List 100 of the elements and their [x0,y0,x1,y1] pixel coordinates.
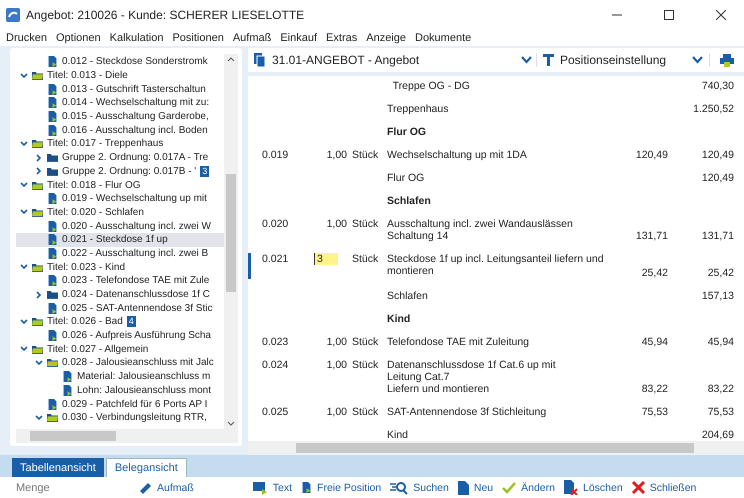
folder-icon [32,138,43,150]
item-text: Kind [386,429,410,441]
document-icon [47,330,58,342]
position-number: 0.024 [262,359,290,371]
document-icon [62,371,73,382]
tree-item[interactable]: 0.020 - Ausschaltung incl. zwei W [16,219,224,233]
subtotal-amount: 740,30 [700,80,734,92]
window-title: Angebot: 210026 - Kunde: SCHERER LIESELOTTE [26,8,304,22]
chevron-icon[interactable] [20,181,28,190]
tree-item[interactable]: 0.021 - Steckdose 1f up [16,232,224,247]
close-icon[interactable] [716,10,726,20]
item-text: Flur OG [386,172,426,184]
chevron-icon[interactable] [35,290,43,299]
folder-icon [47,357,58,368]
tree-item[interactable]: 0.022 - Ausschaltung incl. zwei B [16,246,224,260]
scrollbar-thumb[interactable] [296,443,694,453]
tree-item[interactable]: 0.025 - SAT-Antennendose 3f Stic [16,301,224,316]
folder-icon [32,262,43,273]
tree-item[interactable]: Titel: 0.018 - Flur OG [16,178,224,192]
scrollbar-thumb[interactable] [30,431,116,441]
quantity: 1,00 [326,149,347,161]
document-type-dropdown[interactable]: 31.01-ANGEBOT - Angebot [272,53,515,67]
tree-item[interactable]: Lohn: Jalousieanschluss mont [16,384,224,398]
document-icon [458,480,469,494]
quantity: 1,00 [326,336,347,348]
chevron-icon[interactable] [20,318,28,326]
tree-item[interactable]: 0.030 - Verbindungsleitung RTR, [16,410,224,425]
close-icon [632,481,645,494]
unit-price: 131,71 [634,230,668,242]
toolbar-button[interactable]: Schließen [630,481,698,494]
tree-item[interactable]: Gruppe 2. Ordnung: 0.017A - Tre [16,150,224,164]
tree-item[interactable]: 0.013 - Gutschrift Tasterschaltun [16,82,224,96]
vertical-scrollbar[interactable] [224,54,238,429]
tree-item[interactable]: 0.019 - Wechselschaltung up mit [16,192,224,206]
chevron-icon[interactable] [20,72,28,80]
checkmark-icon [502,480,516,494]
menu-item[interactable]: Positionen [172,32,224,44]
chevron-icon[interactable] [20,208,28,216]
toolbar-button[interactable]: Aufmaß [136,480,196,494]
tree-item[interactable]: 0.016 - Ausschaltung incl. Boden [16,123,224,138]
menu-item[interactable]: Dokumente [415,32,472,44]
scroll-down-icon[interactable] [227,421,235,426]
menu-item[interactable]: Drucken [6,32,47,44]
menu-item[interactable]: Anzeige [366,32,406,44]
toolbar-button[interactable]: Suchen [388,480,451,494]
tree-item[interactable]: Titel: 0.020 - Schlafen [16,206,224,220]
scrollbar-thumb[interactable] [226,174,236,292]
unit-price: 45,94 [640,336,668,348]
toolbar-button[interactable]: Löschen [562,480,625,495]
document-icon [47,56,58,68]
toolbar-button[interactable]: Ändern [500,480,557,494]
chevron-icon[interactable] [20,140,28,148]
unit: Stück [351,253,380,265]
tree-item[interactable]: Titel: 0.027 - Allgemein [16,342,224,356]
tree-item[interactable]: 0.015 - Ausschaltung Garderobe, [16,110,224,124]
view-tab[interactable]: Tabellenansicht [12,458,104,477]
toolbar-button[interactable]: Neu [456,480,496,494]
tree-item[interactable]: Titel: 0.017 - Treppenhaus [16,137,224,151]
menu-item[interactable]: Aufmaß [232,32,272,44]
tree-item[interactable]: Titel: 0.026 - Bad 4 [16,315,224,329]
text-insert-icon [252,480,268,494]
tree-item[interactable]: 0.024 - Datenanschlussdose 1f C [16,288,224,302]
chevron-icon[interactable] [35,358,43,367]
tree-item[interactable]: 0.026 - Aufpreis Ausführung Scha [16,328,224,342]
chevron-icon[interactable] [35,154,43,162]
chevron-down-icon[interactable] [521,56,532,64]
tree-item[interactable]: 0.014 - Wechselschaltung mit zu: [16,96,224,110]
tree-item[interactable]: 0.029 - Patchfeld für 6 Ports AP I [16,397,224,411]
document-icon [47,124,58,136]
item-text: Telefondose TAE mit Zuleitung [386,336,530,348]
view-tab[interactable]: Belegansicht [106,458,187,477]
chevron-down-icon[interactable] [692,56,703,64]
scroll-up-icon[interactable] [227,57,235,62]
chevron-icon[interactable] [20,263,28,272]
tree-item[interactable]: Gruppe 2. Ordnung: 0.017B - ' 3 [16,164,224,178]
tree-item[interactable]: Material: Jalousieanschluss m [16,370,224,384]
documents-icon [254,53,266,67]
tree-item[interactable]: Titel: 0.013 - Diele [16,68,224,82]
menu-item[interactable]: Extras [326,32,358,44]
chevron-icon[interactable] [20,345,28,354]
minimize-icon[interactable] [612,14,622,16]
quantity-field[interactable]: 3 [314,253,338,265]
menu-item[interactable]: Kalkulation [110,32,164,44]
chevron-icon[interactable] [35,414,43,422]
maximize-icon[interactable] [664,10,674,20]
tree-item[interactable]: 0.028 - Jalousieanschluss mit Jalc [16,356,224,370]
horizontal-scrollbar[interactable] [248,441,744,455]
toolbar-button[interactable]: Text [250,480,294,494]
chevron-icon[interactable] [35,167,43,176]
toolbar-button[interactable]: Freie Position [299,482,384,494]
tree-item[interactable]: 0.012 - Steckdose Sonderstromk [16,55,224,69]
folder-icon [32,206,43,218]
horizontal-scrollbar[interactable] [16,429,238,443]
menu-item[interactable]: Einkauf [280,32,318,44]
menu-item[interactable]: Optionen [56,32,101,44]
tree-item[interactable]: Titel: 0.023 - Kind [16,260,224,274]
printer-icon[interactable] [720,54,734,66]
tree-item[interactable]: 0.023 - Telefondose TAE mit Zule [16,274,224,288]
position-setting-dropdown[interactable]: Positionseinstellung [560,53,686,67]
unit: Stück [351,336,380,348]
